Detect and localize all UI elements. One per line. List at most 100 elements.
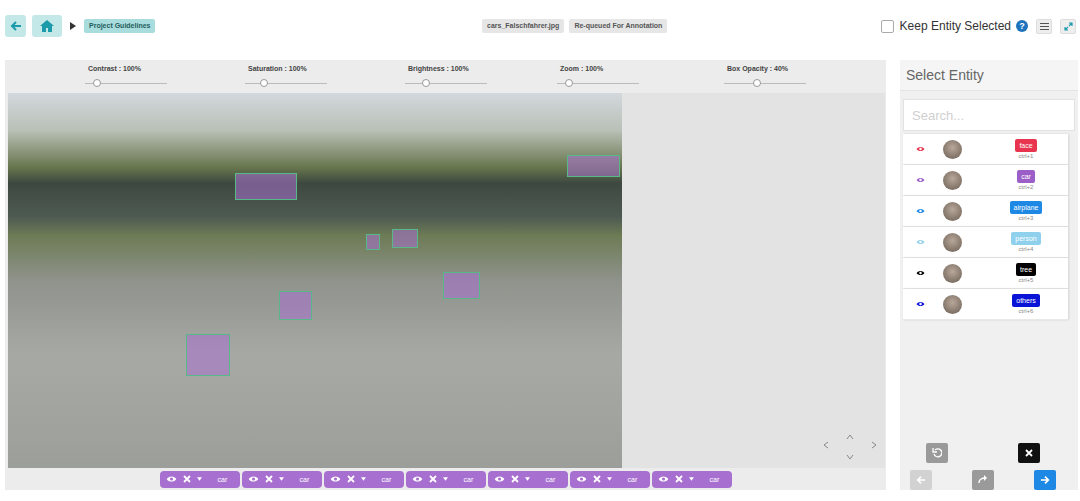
eye-icon[interactable] <box>658 475 669 483</box>
entity-search[interactable]: Search... <box>903 99 1075 131</box>
caret-down-icon[interactable] <box>361 477 366 481</box>
list-icon <box>1040 23 1049 30</box>
caret-down-icon[interactable] <box>443 477 448 481</box>
delete-icon[interactable] <box>511 475 519 483</box>
bounding-box[interactable] <box>279 291 312 320</box>
slider-track[interactable] <box>85 83 167 84</box>
entity-name: car <box>1017 170 1035 184</box>
slider-track[interactable] <box>245 83 327 84</box>
entity-tag: airplanectrl+3 <box>1004 201 1048 222</box>
caret-down-icon[interactable] <box>607 477 612 481</box>
eye-icon[interactable] <box>494 475 505 483</box>
slider: Brightness : 100% <box>405 60 487 93</box>
guidelines-badge[interactable]: Project Guidelines <box>84 19 155 33</box>
entity-shortcut: ctrl+2 <box>1019 184 1034 190</box>
entity-tag: othersctrl+6 <box>1004 294 1048 315</box>
eye-icon[interactable] <box>248 475 259 483</box>
entity-row[interactable]: treectrl+5 <box>903 258 1068 289</box>
slider-track[interactable] <box>724 83 806 84</box>
annotation-chip[interactable]: car <box>242 471 322 488</box>
keep-selected-checkbox[interactable] <box>881 20 894 33</box>
redo-button[interactable] <box>972 470 994 490</box>
annotation-tool: Project Guidelinescars_Falschfahrer.jpgR… <box>0 0 1080 501</box>
delete-icon[interactable] <box>347 475 355 483</box>
annotation-label: car <box>382 476 392 483</box>
previous-button[interactable] <box>910 470 932 490</box>
annotation-chip[interactable]: car <box>570 471 650 488</box>
entity-row[interactable]: airplanectrl+3 <box>903 196 1068 227</box>
eye-icon[interactable] <box>916 270 925 276</box>
chevron-right-icon[interactable] <box>871 441 877 449</box>
caret-down-icon[interactable] <box>525 477 530 481</box>
slider-track[interactable] <box>405 83 487 84</box>
eye-icon[interactable] <box>576 475 587 483</box>
entity-row[interactable]: personctrl+4 <box>903 227 1068 258</box>
delete-icon[interactable] <box>265 475 273 483</box>
fullscreen-button[interactable] <box>1060 19 1076 34</box>
eye-icon[interactable] <box>916 146 925 152</box>
eye-icon[interactable] <box>916 239 925 245</box>
delete-icon[interactable] <box>183 475 191 483</box>
bounding-box[interactable] <box>567 155 620 177</box>
entity-row[interactable]: othersctrl+6 <box>903 289 1068 320</box>
annotation-chip[interactable]: car <box>324 471 404 488</box>
chevron-down-icon[interactable] <box>846 454 854 460</box>
caret-down-icon[interactable] <box>689 477 694 481</box>
eye-icon[interactable] <box>166 475 177 483</box>
caret-down-icon[interactable] <box>279 477 284 481</box>
bounding-box[interactable] <box>392 229 418 248</box>
delete-icon[interactable] <box>429 475 437 483</box>
home-icon <box>39 19 55 33</box>
bounding-box[interactable] <box>235 173 297 200</box>
caret-down-icon[interactable] <box>197 477 202 481</box>
image[interactable] <box>8 93 622 468</box>
chevron-left-icon[interactable] <box>823 441 829 449</box>
annotation-chip[interactable]: car <box>488 471 568 488</box>
eye-icon[interactable] <box>916 301 925 307</box>
slider-track[interactable] <box>557 83 639 84</box>
next-button[interactable] <box>1034 470 1056 490</box>
help-button[interactable]: ? <box>1016 20 1028 32</box>
entity-tag: facectrl+1 <box>1004 139 1048 160</box>
delete-icon[interactable] <box>675 475 683 483</box>
bounding-box[interactable] <box>443 272 480 299</box>
entity-row[interactable]: carctrl+2 <box>903 165 1068 196</box>
bounding-box[interactable] <box>366 234 380 250</box>
entity-shortcut: ctrl+5 <box>1019 277 1034 283</box>
delete-icon[interactable] <box>593 475 601 483</box>
arrow-right-icon <box>1040 475 1050 485</box>
close-icon <box>1025 449 1033 457</box>
slider-knob[interactable] <box>565 79 573 87</box>
eye-icon[interactable] <box>330 475 341 483</box>
entity-thumbnail <box>943 233 962 252</box>
list-button[interactable] <box>1036 19 1052 34</box>
slider-knob[interactable] <box>422 79 430 87</box>
expand-icon <box>1064 22 1073 31</box>
file-name-badge: cars_Falschfahrer.jpg <box>482 19 564 33</box>
annotation-chip[interactable]: car <box>160 471 240 488</box>
annotation-label: car <box>628 476 638 483</box>
slider-knob[interactable] <box>260 79 268 87</box>
undo-button[interactable] <box>926 443 948 463</box>
keep-selected-label[interactable]: Keep Entity Selected <box>900 19 1011 33</box>
bounding-box[interactable] <box>186 334 230 376</box>
close-button[interactable] <box>1018 443 1040 463</box>
entity-thumbnail <box>943 202 962 221</box>
chevron-up-icon[interactable] <box>846 434 854 440</box>
entity-list: facectrl+1 carctrl+2 airplanectrl+3 personc… <box>903 134 1068 320</box>
back-button[interactable] <box>5 15 26 37</box>
entity-name: airplane <box>1010 201 1043 215</box>
entity-row[interactable]: facectrl+1 <box>903 134 1068 165</box>
home-button[interactable] <box>32 15 62 37</box>
eye-icon[interactable] <box>916 177 925 183</box>
annotation-chip[interactable]: car <box>652 471 732 488</box>
slider: Saturation : 100% <box>245 60 327 93</box>
slider-knob[interactable] <box>753 79 761 87</box>
slider-knob[interactable] <box>93 79 101 87</box>
eye-icon[interactable] <box>412 475 423 483</box>
slider: Zoom : 100% <box>557 60 639 93</box>
annotation-label: car <box>300 476 310 483</box>
annotation-label: car <box>218 476 228 483</box>
annotation-chip[interactable]: car <box>406 471 486 488</box>
eye-icon[interactable] <box>916 208 925 214</box>
